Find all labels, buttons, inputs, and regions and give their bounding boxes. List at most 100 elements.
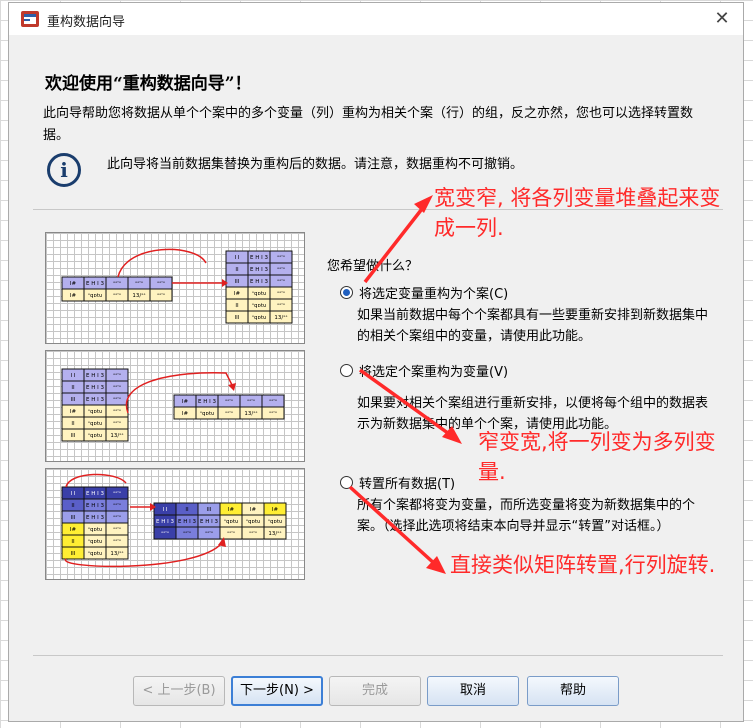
svg-text:E H I 3: E H I 3: [250, 255, 268, 261]
radio-cases-to-vars[interactable]: [340, 364, 353, 377]
svg-text:II: II: [71, 539, 75, 545]
svg-text:I I: I I: [163, 507, 168, 513]
svg-text:ᐤᐤ'ᐤ: ᐤᐤ'ᐤ: [277, 254, 285, 261]
back-button[interactable]: < 上一步(B): [133, 676, 225, 706]
svg-text:III: III: [235, 279, 240, 285]
svg-text:ᐤᐤ'ᐤ: ᐤᐤ'ᐤ: [227, 530, 235, 537]
next-button[interactable]: 下一步(N) >: [231, 676, 323, 706]
svg-text:ᐤᐤ'ᐤ: ᐤᐤ'ᐤ: [205, 530, 213, 537]
svg-text:13/ᐤᐤ: 13/ᐤᐤ: [110, 432, 123, 439]
svg-text:ᐤᐤ'ᐤ: ᐤᐤ'ᐤ: [249, 530, 257, 537]
svg-text:E H I 3: E H I 3: [250, 267, 268, 273]
svg-text:III: III: [235, 315, 240, 321]
question-label: 您希望做什么？: [327, 259, 419, 274]
option-vars-to-cases[interactable]: 将选定变量重构为个案(C): [340, 283, 508, 302]
svg-text:ᐤqᴅtᴜ: ᐤqᴅtᴜ: [88, 538, 102, 545]
svg-text:13/ᐤᐤ: 13/ᐤᐤ: [132, 292, 145, 299]
svg-text:ᐤᐤ'ᐤ: ᐤᐤ'ᐤ: [113, 502, 121, 509]
svg-text:ᐤqᴅtᴜ: ᐤqᴅtᴜ: [88, 550, 102, 557]
svg-text:II: II: [235, 303, 239, 309]
svg-text:ᐤᐤ'ᐤ: ᐤᐤ'ᐤ: [135, 280, 143, 287]
illustration-cases-to-vars: I I E H I 3 ᐤᐤ'ᐤ II E H I 3 ᐤᐤ'ᐤ III E H…: [45, 350, 305, 462]
svg-text:ᐤᐤ'ᐤ: ᐤᐤ'ᐤ: [113, 526, 121, 533]
svg-text:I I: I I: [71, 373, 76, 379]
svg-text:I#: I#: [250, 507, 257, 513]
svg-text:E H I 3: E H I 3: [86, 503, 104, 509]
annotation-long-to-wide: 窄变宽,将一列变为多列变量.: [478, 430, 716, 484]
svg-text:E H I 3: E H I 3: [86, 373, 104, 379]
svg-text:ᐤᐤ'ᐤ: ᐤᐤ'ᐤ: [183, 530, 191, 537]
svg-text:ᐤᐤ'ᐤ: ᐤᐤ'ᐤ: [113, 420, 121, 427]
help-button[interactable]: 帮助: [527, 676, 619, 706]
svg-text:III: III: [71, 515, 76, 521]
wide-row-table: I# E H I 3 ᐤᐤ'ᐤ ᐤᐤ'ᐤ ᐤᐤ'ᐤ I# ᐤqᴅtᴜ ᐤᐤ'ᐤ …: [61, 276, 173, 302]
cancel-button[interactable]: 取消: [427, 676, 519, 706]
welcome-heading: 欢迎使用“重构数据向导”！: [45, 74, 252, 94]
option-description: 如果当前数据中每个个案都具有一些要重新安排到新数据集中的相关个案组中的变量，请使…: [357, 308, 709, 344]
svg-text:I#: I#: [70, 527, 77, 533]
svg-text:E H I 3: E H I 3: [86, 385, 104, 391]
svg-text:I#: I#: [228, 507, 235, 513]
svg-text:ᐤqᴅtᴜ: ᐤqᴅtᴜ: [88, 292, 102, 299]
option-description: 所有个案都将变为变量，而所选变量将变为新数据集中的个案。（选择此选项将结束本向导…: [357, 498, 696, 534]
svg-text:I#: I#: [70, 281, 77, 287]
illustration-transpose: I I E H I 3 ᐤᐤ'ᐤ II E H I 3 ᐤᐤ'ᐤ III E H…: [45, 468, 305, 580]
svg-text:ᐤqᴅtᴜ: ᐤqᴅtᴜ: [252, 302, 266, 309]
svg-text:II: II: [71, 503, 75, 509]
svg-text:ᐤᐤ'ᐤ: ᐤᐤ'ᐤ: [113, 384, 121, 391]
finish-button[interactable]: 完成: [329, 676, 421, 706]
svg-text:ᐤᐤ'ᐤ: ᐤᐤ'ᐤ: [113, 538, 121, 545]
option-cases-to-vars[interactable]: 将选定个案重构为变量(V): [340, 361, 508, 380]
bottom-separator: [33, 655, 723, 656]
annotation-transpose: 直接类似矩阵转置,行列旋转.: [450, 553, 716, 577]
option-label[interactable]: 将选定变量重构为个案(C): [359, 283, 508, 302]
svg-text:ᐤqᴅtᴜ: ᐤqᴅtᴜ: [88, 432, 102, 439]
svg-text:E H I 3: E H I 3: [198, 399, 216, 405]
svg-text:ᐤᐤ'ᐤ: ᐤᐤ'ᐤ: [157, 280, 165, 287]
svg-text:13/ᐤᐤ: 13/ᐤᐤ: [274, 314, 287, 321]
svg-text:III: III: [71, 397, 76, 403]
svg-text:ᐤᐤ'ᐤ: ᐤᐤ'ᐤ: [277, 302, 285, 309]
svg-text:ᐤᐤ'ᐤ: ᐤᐤ'ᐤ: [269, 398, 277, 405]
svg-text:ᐤqᴅtᴜ: ᐤqᴅtᴜ: [200, 410, 214, 417]
svg-text:II: II: [185, 507, 189, 513]
svg-text:II: II: [71, 385, 75, 391]
svg-text:ᐤqᴅtᴜ: ᐤqᴅtᴜ: [224, 518, 238, 525]
svg-text:ᐤqᴅtᴜ: ᐤqᴅtᴜ: [88, 420, 102, 427]
svg-text:ᐤqᴅtᴜ: ᐤqᴅtᴜ: [268, 518, 282, 525]
svg-text:I I: I I: [235, 255, 240, 261]
svg-text:E H I 3: E H I 3: [250, 279, 268, 285]
option-transpose[interactable]: 转置所有数据(T): [340, 473, 455, 492]
svg-text:13/ᐤᐤ: 13/ᐤᐤ: [110, 550, 123, 557]
radio-vars-to-cases[interactable]: [340, 286, 353, 299]
svg-text:ᐤqᴅtᴜ: ᐤqᴅtᴜ: [88, 526, 102, 533]
svg-text:ᐤqᴅtᴜ: ᐤqᴅtᴜ: [252, 290, 266, 297]
svg-text:E H I 3: E H I 3: [156, 519, 174, 525]
option-label[interactable]: 将选定个案重构为变量(V): [359, 361, 508, 380]
svg-text:ᐤᐤ'ᐤ: ᐤᐤ'ᐤ: [225, 398, 233, 405]
svg-text:E H I 3: E H I 3: [86, 491, 104, 497]
option-label[interactable]: 转置所有数据(T): [359, 473, 455, 492]
svg-text:E H I 3: E H I 3: [200, 519, 218, 525]
svg-text:ᐤᐤ'ᐤ: ᐤᐤ'ᐤ: [113, 292, 121, 299]
svg-text:E H I 3: E H I 3: [86, 397, 104, 403]
restructure-wizard-dialog: 重构数据向导 ✕ 欢迎使用“重构数据向导”！ 此向导帮助您将数据从单个个案中的多…: [8, 2, 744, 722]
svg-text:13/ᐤᐤ: 13/ᐤᐤ: [244, 410, 257, 417]
svg-text:ᐤᐤ'ᐤ: ᐤᐤ'ᐤ: [277, 290, 285, 297]
svg-text:ᐤᐤ'ᐤ: ᐤᐤ'ᐤ: [269, 410, 277, 417]
svg-text:ᐤᐤ'ᐤ: ᐤᐤ'ᐤ: [157, 292, 165, 299]
radio-transpose[interactable]: [340, 476, 353, 489]
svg-text:ᐤqᴅtᴜ: ᐤqᴅtᴜ: [246, 518, 260, 525]
annotation-wide-to-long: 宽变窄, 将各列变量堆叠起来变成一列.: [434, 186, 721, 240]
svg-text:II: II: [235, 267, 239, 273]
svg-text:ᐤᐤ'ᐤ: ᐤᐤ'ᐤ: [113, 408, 121, 415]
illustration-vars-to-cases: I# E H I 3 ᐤᐤ'ᐤ ᐤᐤ'ᐤ ᐤᐤ'ᐤ I# ᐤqᴅtᴜ ᐤᐤ'ᐤ …: [45, 232, 305, 344]
info-warning-text: 此向导将当前数据集替换为重构后的数据。请注意，数据重构不可撤销。: [107, 157, 524, 172]
svg-text:ᐤᐤ'ᐤ: ᐤᐤ'ᐤ: [113, 490, 121, 497]
button-bar: < 上一步(B) 下一步(N) > 完成 取消 帮助: [9, 676, 743, 708]
close-icon[interactable]: ✕: [707, 5, 737, 33]
svg-text:III: III: [207, 507, 212, 513]
svg-text:I#: I#: [70, 293, 77, 299]
svg-text:I#: I#: [234, 291, 241, 297]
svg-text:III: III: [71, 433, 76, 439]
